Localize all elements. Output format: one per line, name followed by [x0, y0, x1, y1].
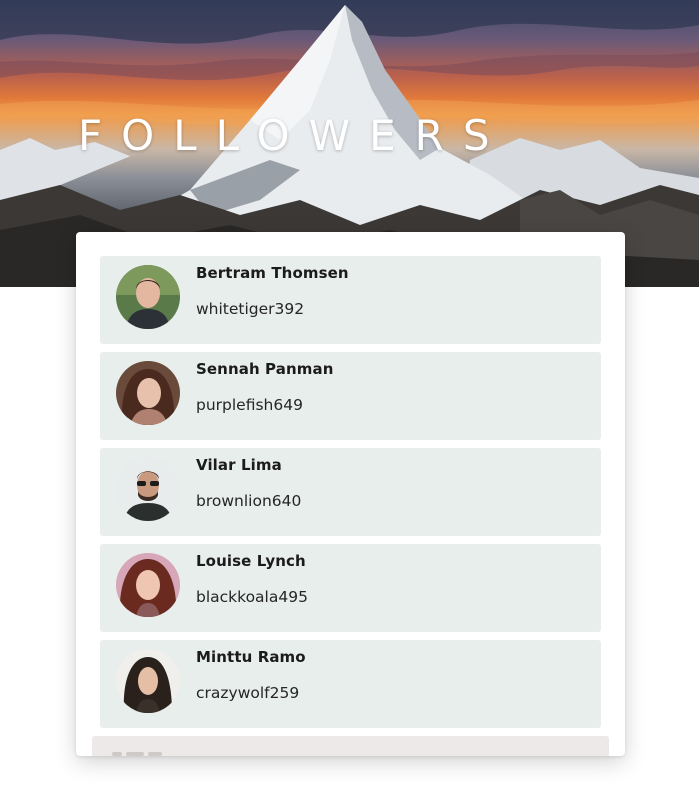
follower-username: crazywolf259 [196, 684, 300, 702]
follower-item[interactable]: Minttu Ramo crazywolf259 [100, 640, 601, 728]
follower-item[interactable]: Sennah Panman purplefish649 [100, 352, 601, 440]
avatar[interactable] [116, 265, 180, 329]
page-title: FOLLOWERS [78, 111, 509, 160]
follower-name: Minttu Ramo [196, 648, 306, 666]
avatar[interactable] [116, 649, 180, 713]
followers-card: Bertram Thomsen whitetiger392 Sennah Pan… [76, 232, 625, 756]
followers-list: Bertram Thomsen whitetiger392 Sennah Pan… [100, 256, 601, 736]
footer-bar [92, 736, 609, 756]
follower-name: Vilar Lima [196, 456, 282, 474]
avatar[interactable] [116, 457, 180, 521]
follower-username: blackkoala495 [196, 588, 308, 606]
follower-name: Louise Lynch [196, 552, 306, 570]
follower-name: Sennah Panman [196, 360, 334, 378]
avatar[interactable] [116, 361, 180, 425]
footer-text-fragment [112, 752, 162, 756]
follower-username: brownlion640 [196, 492, 302, 510]
follower-username: purplefish649 [196, 396, 303, 414]
avatar[interactable] [116, 553, 180, 617]
follower-name: Bertram Thomsen [196, 264, 349, 282]
follower-item[interactable]: Bertram Thomsen whitetiger392 [100, 256, 601, 344]
follower-item[interactable]: Louise Lynch blackkoala495 [100, 544, 601, 632]
follower-username: whitetiger392 [196, 300, 305, 318]
follower-item[interactable]: Vilar Lima brownlion640 [100, 448, 601, 536]
